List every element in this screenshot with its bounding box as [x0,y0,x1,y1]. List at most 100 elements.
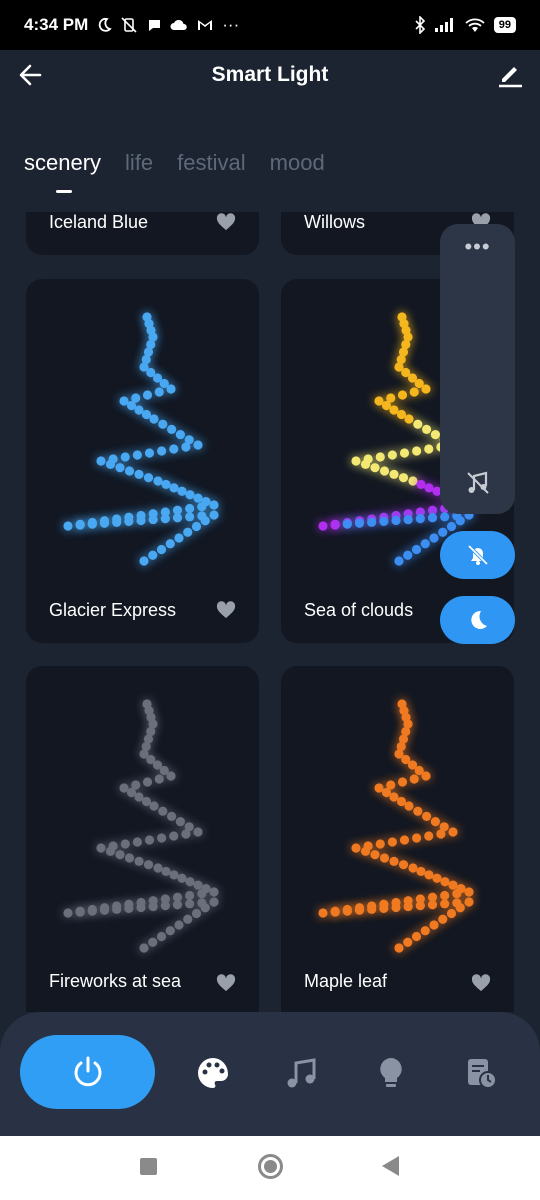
light-bulb-dot [391,902,401,913]
light-bulb-dot [318,521,328,531]
more-icon: ··· [222,15,240,34]
light-bulb-dot [87,906,97,916]
signal-icon [434,18,453,32]
light-bulb-dot [124,903,134,914]
favorite-heart-icon[interactable] [215,599,237,619]
light-bulb-dot [330,907,340,917]
vibrate-off-icon [121,17,137,33]
music-off-icon[interactable] [465,470,491,496]
edit-icon[interactable] [496,60,524,88]
scene-card-glacier-express[interactable]: Glacier Express [26,279,259,643]
light-bulb-dot [132,450,142,460]
light-bulb-dot [399,835,410,845]
power-icon [74,1056,101,1087]
recents-button[interactable] [140,1158,157,1175]
scene-label: Iceland Blue [49,212,149,232]
light-bulb-dot [354,518,365,528]
light-bulb-dot [166,384,176,394]
light-bulb-dot [148,514,158,525]
light-bulb-dot [448,827,458,837]
light-bulb-dot [403,514,413,525]
light-bulb-dot [136,515,146,526]
light-bulb-dot [367,904,377,914]
light-bulb-dot [144,448,155,458]
light-bulb-dot [342,906,352,916]
status-right-icons: 99 [414,16,516,34]
tab-life[interactable]: life [125,150,153,176]
music-icon [287,1058,316,1088]
light-bulb-dot [139,556,149,566]
home-button[interactable] [258,1154,283,1179]
light-bulb-dot [193,440,203,450]
light-bulb-dot [412,446,422,456]
system-nav-bar [0,1136,540,1200]
light-bulb-dot [375,839,385,849]
schedule-button[interactable] [462,1054,500,1092]
bulb-button[interactable] [372,1054,410,1092]
battery-icon: 99 [493,17,516,33]
bluetooth-icon [415,16,425,34]
tree-lights-image [316,697,476,955]
light-bulb-dot [330,520,340,530]
light-bulb-dot [427,513,438,523]
more-options-icon[interactable]: ••• [440,234,515,260]
power-button[interactable] [20,1035,155,1109]
light-bulb-dot [391,515,401,526]
light-bulb-dot [154,387,164,397]
tab-mood[interactable]: mood [270,150,325,176]
light-bulb-dot [354,905,365,915]
light-bulb-dot [424,831,434,841]
scene-card-maple-leaf[interactable]: Maple leaf [281,666,514,1012]
light-bulb-dot [112,517,122,527]
light-bulb-dot [421,384,431,394]
mute-toggle-button[interactable] [440,531,515,579]
light-bulb-dot [160,514,170,524]
light-bulb-dot [424,444,434,454]
light-bulb-dot [436,829,446,839]
light-bulb-dot [403,901,413,912]
music-button[interactable] [283,1054,321,1092]
bottom-control-bar [0,1012,540,1136]
light-bulb-dot [99,905,110,915]
scene-card-iceland-blue[interactable]: Iceland Blue [26,212,259,255]
favorite-heart-icon[interactable] [215,972,237,992]
cloud-icon [170,19,188,30]
favorite-heart-icon[interactable] [215,212,237,231]
night-mode-button[interactable] [440,596,515,644]
schedule-icon [468,1059,497,1089]
light-bulb-dot [181,442,191,452]
light-bulb-dot [409,387,419,397]
tab-scenery[interactable]: scenery [24,150,101,193]
light-bulb-dot [87,519,97,529]
floating-control-panel: ••• [440,224,515,514]
light-bulb-dot [63,908,73,918]
back-button[interactable] [382,1156,399,1176]
scene-label: Glacier Express [49,600,177,620]
light-bulb-dot [394,556,404,566]
palette-button[interactable] [194,1054,232,1092]
light-bulb-dot [415,901,425,911]
light-bulb-dot [172,513,183,523]
light-bulb-dot [139,943,149,953]
scene-card-fireworks-at-sea[interactable]: Fireworks at sea [26,666,259,1012]
category-tabs: scenery life festival mood [24,150,325,193]
light-bulb-dot [375,452,385,462]
status-time: 4:34 PM [24,15,89,34]
light-bulb-dot [397,777,408,787]
light-bulb-dot [136,902,146,913]
back-arrow-icon[interactable] [16,60,46,90]
light-bulb-dot [132,837,142,847]
light-bulb-dot [387,837,397,847]
light-bulb-dot [75,907,85,917]
light-bulb-dot [318,908,328,918]
light-bulb-dot [387,450,397,460]
light-bulb-dot [124,516,134,527]
light-bulb-dot [169,444,179,454]
tab-festival[interactable]: festival [177,150,245,176]
light-bulb-dot [412,833,422,843]
scene-label: Maple leaf [304,971,388,991]
light-bulb-dot [172,900,183,910]
light-bulb-dot [160,901,170,911]
light-bulb-dot [75,520,85,530]
favorite-heart-icon[interactable] [470,972,492,992]
